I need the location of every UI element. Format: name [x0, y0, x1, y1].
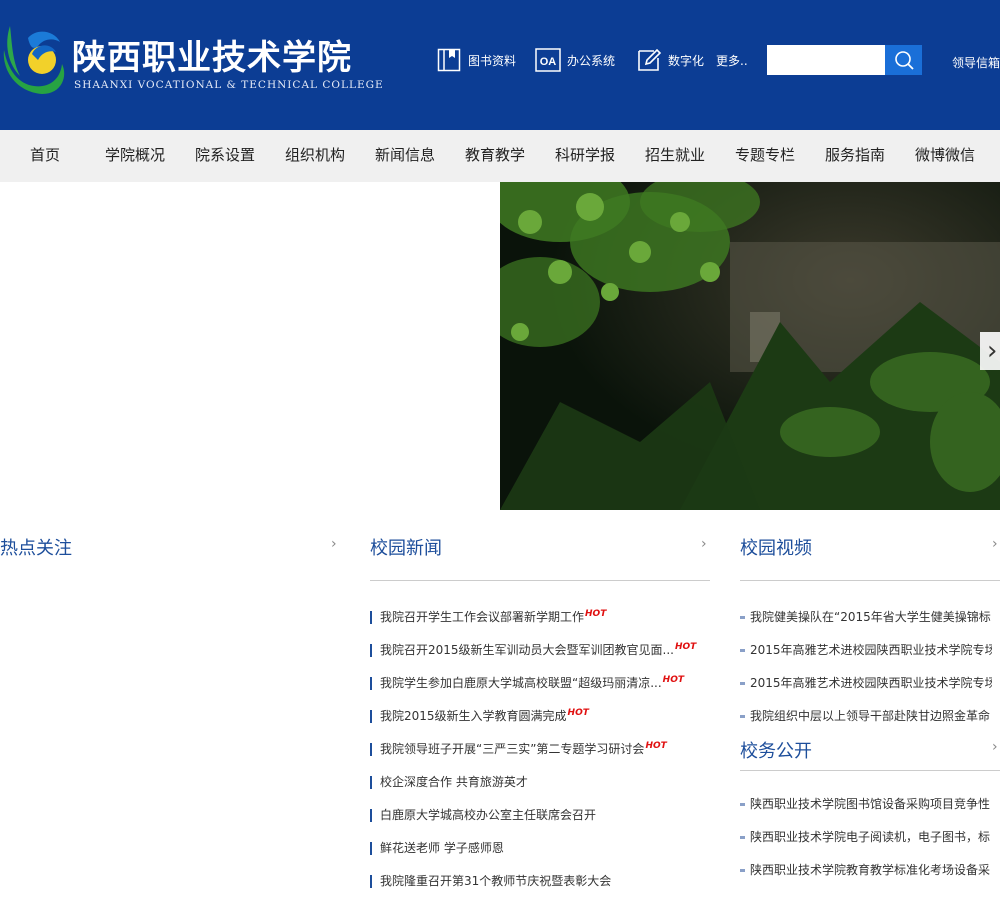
divider	[370, 580, 710, 581]
news-item-title[interactable]: 白鹿原大学城高校办公室主任联席会召开	[380, 808, 596, 822]
news-item[interactable]: 我院领导班子开展“三严三实”第二专题学习研讨会HOT	[370, 733, 710, 766]
quick-link-library[interactable]: 图书资料	[436, 46, 516, 74]
affairs-item[interactable]: 陕西职业技术学院图书馆设备采购项目竞争性	[740, 788, 992, 821]
banner-slider: ›	[0, 182, 1000, 510]
hot-badge: HOT	[567, 708, 589, 718]
site-header: 陕西职业技术学院 SHAANXI VOCATIONAL & TECHNICAL …	[0, 0, 1000, 130]
oa-icon: OA	[535, 48, 561, 72]
section-title[interactable]: 校园视频	[740, 534, 812, 560]
section-title[interactable]: 校务公开	[740, 737, 812, 763]
quick-link-digital[interactable]: 数字化	[636, 46, 704, 74]
banner-photo[interactable]	[500, 182, 1000, 510]
hot-badge: HOT	[674, 642, 697, 652]
news-item-title[interactable]: 鲜花送老师 学子感师恩	[380, 841, 504, 855]
news-item[interactable]: 白鹿原大学城高校办公室主任联席会召开	[370, 799, 710, 832]
main-nav: 首页 学院概况 院系设置 组织机构 新闻信息 教育教学 科研学报 招生就业 专题…	[0, 130, 1000, 182]
news-item-title[interactable]: 我院学生参加白鹿原大学城高校联盟“超级玛丽清凉...	[380, 676, 662, 690]
nav-item-weibo-wechat[interactable]: 微博微信	[915, 130, 975, 182]
more-icon[interactable]: ›	[992, 536, 998, 552]
more-icon[interactable]: ›	[992, 739, 998, 755]
news-item-title[interactable]: 我院隆重召开第31个教师节庆祝暨表彰大会	[380, 874, 611, 888]
news-item-title[interactable]: 我院领导班子开展“三严三实”第二专题学习研讨会	[380, 742, 644, 756]
nav-item-home[interactable]: 首页	[30, 130, 60, 182]
video-item[interactable]: 我院组织中层以上领导干部赴陕甘边照金革命	[740, 700, 992, 733]
hot-badge: HOT	[662, 675, 684, 685]
hot-badge: HOT	[585, 609, 607, 619]
banner-next-button[interactable]: ›	[980, 332, 1000, 370]
content-sections: 热点关注 › 校园新闻 › 我院召开学生工作会议部署新学期工作HOT 我院召开2…	[0, 510, 1000, 909]
divider	[740, 770, 1000, 771]
chevron-right-icon: ›	[987, 336, 998, 366]
more-link[interactable]: 更多..	[716, 46, 748, 74]
news-item[interactable]: 我院学生参加白鹿原大学城高校联盟“超级玛丽清凉...HOT	[370, 667, 710, 700]
quick-link-oa[interactable]: OA 办公系统	[535, 46, 615, 74]
affairs-item[interactable]: 陕西职业技术学院电子阅读机，电子图书，标	[740, 821, 992, 854]
nav-item-news[interactable]: 新闻信息	[375, 130, 435, 182]
college-emblem-icon	[3, 26, 65, 94]
video-item[interactable]: 2015年高雅艺术进校园陕西职业技术学院专场	[740, 634, 992, 667]
search-input[interactable]	[767, 45, 885, 75]
quick-link-label: 图书资料	[468, 53, 517, 68]
affairs-item[interactable]: 陕西职业技术学院教育教学标准化考场设备采	[740, 854, 992, 887]
news-item[interactable]: 我院召开学生工作会议部署新学期工作HOT	[370, 601, 710, 634]
book-icon	[436, 48, 462, 72]
search-box	[767, 45, 922, 75]
news-item[interactable]: 我院2015级新生入学教育圆满完成HOT	[370, 700, 710, 733]
affairs-list: 陕西职业技术学院图书馆设备采购项目竞争性 陕西职业技术学院电子阅读机，电子图书，…	[740, 788, 992, 887]
svg-text:OA: OA	[540, 56, 557, 68]
more-icon[interactable]: ›	[331, 536, 337, 552]
college-name-cn: 陕西职业技术学院	[72, 38, 352, 78]
news-item[interactable]: 校企深度合作 共育旅游英才	[370, 766, 710, 799]
news-item-title[interactable]: 我院召开学生工作会议部署新学期工作	[380, 610, 584, 624]
section-title[interactable]: 热点关注	[0, 534, 72, 560]
nav-item-research[interactable]: 科研学报	[555, 130, 615, 182]
news-item-title[interactable]: 校企深度合作 共育旅游英才	[380, 775, 528, 789]
search-icon	[894, 51, 914, 70]
news-item[interactable]: 我院召开2015级新生军训动员大会暨军训团教官见面...HOT	[370, 634, 710, 667]
news-list: 我院召开学生工作会议部署新学期工作HOT 我院召开2015级新生军训动员大会暨军…	[370, 601, 710, 898]
divider	[740, 580, 1000, 581]
nav-item-overview[interactable]: 学院概况	[105, 130, 165, 182]
news-item-title[interactable]: 我院召开2015级新生军训动员大会暨军训团教官见面...	[380, 643, 674, 657]
video-list: 我院健美操队在“2015年省大学生健美操锦标 2015年高雅艺术进校园陕西职业技…	[740, 601, 992, 733]
nav-item-services[interactable]: 服务指南	[825, 130, 885, 182]
video-item[interactable]: 2015年高雅艺术进校园陕西职业技术学院专场	[740, 667, 992, 700]
college-logo[interactable]: 陕西职业技术学院 SHAANXI VOCATIONAL & TECHNICAL …	[0, 20, 383, 100]
news-item[interactable]: 鲜花送老师 学子感师恩	[370, 832, 710, 865]
more-icon[interactable]: ›	[701, 536, 707, 552]
nav-item-organization[interactable]: 组织机构	[285, 130, 345, 182]
edit-icon	[636, 48, 662, 72]
nav-item-admissions[interactable]: 招生就业	[645, 130, 705, 182]
leader-mailbox-link[interactable]: 领导信箱	[952, 54, 1000, 71]
section-title[interactable]: 校园新闻	[370, 534, 442, 560]
quick-link-label: 办公系统	[567, 53, 616, 68]
hot-badge: HOT	[645, 741, 667, 751]
quick-link-label: 数字化	[668, 53, 705, 68]
nav-item-departments[interactable]: 院系设置	[195, 130, 255, 182]
nav-item-topics[interactable]: 专题专栏	[735, 130, 795, 182]
college-name-en: SHAANXI VOCATIONAL & TECHNICAL COLLEGE	[74, 79, 384, 91]
nav-item-teaching[interactable]: 教育教学	[465, 130, 525, 182]
news-item[interactable]: 我院隆重召开第31个教师节庆祝暨表彰大会	[370, 865, 710, 898]
news-item-title[interactable]: 我院2015级新生入学教育圆满完成	[380, 709, 567, 723]
video-item[interactable]: 我院健美操队在“2015年省大学生健美操锦标	[740, 601, 992, 634]
search-button[interactable]	[885, 45, 922, 75]
